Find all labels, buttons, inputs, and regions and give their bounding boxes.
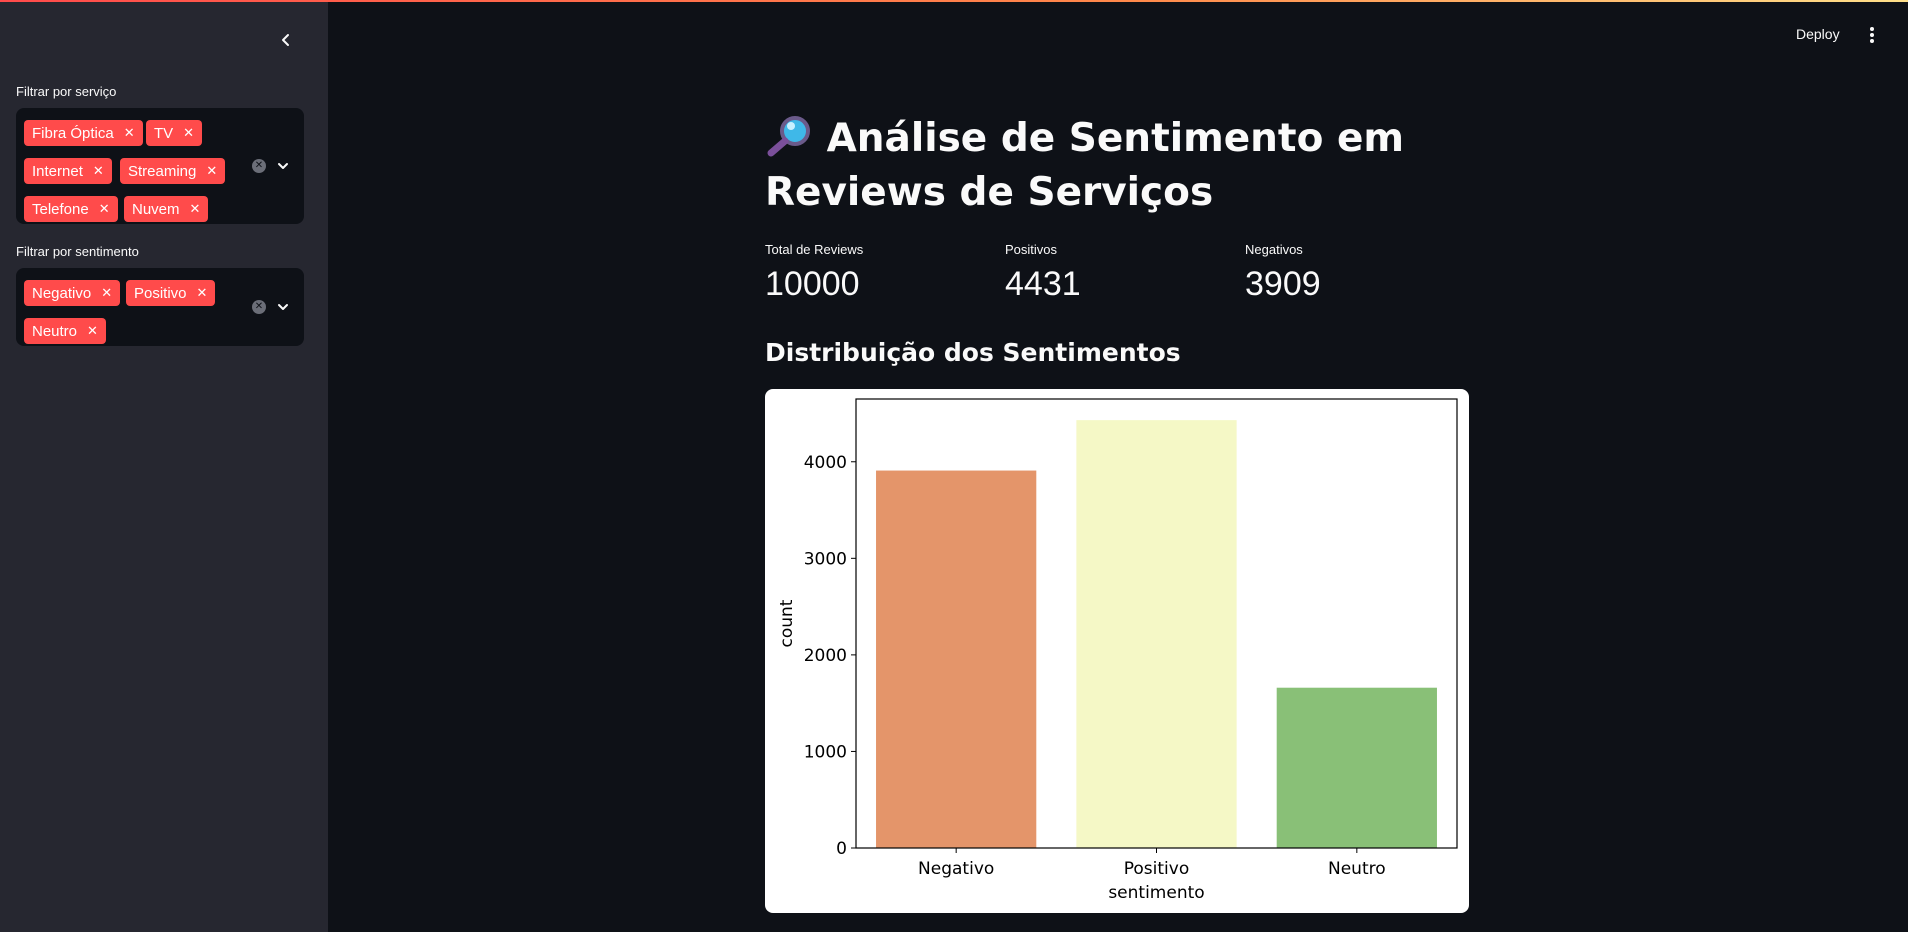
- metric-negativos: Negativos 3909: [1245, 242, 1465, 304]
- y-axis-label: count: [777, 599, 797, 647]
- remove-tag-icon[interactable]: ✕: [99, 201, 110, 217]
- metric-label: Negativos: [1245, 242, 1303, 257]
- remove-tag-icon[interactable]: ✕: [190, 201, 201, 217]
- remove-tag-icon[interactable]: ✕: [87, 323, 98, 339]
- x-tick-label: Positivo: [1124, 859, 1189, 879]
- more-options-icon[interactable]: [1868, 26, 1876, 46]
- clear-all-icon[interactable]: ✕: [252, 300, 266, 314]
- chevron-down-icon[interactable]: [276, 159, 290, 173]
- bar-positivo: [1076, 420, 1237, 848]
- page-title: Análise de Sentimento em Reviews de Serv…: [765, 112, 1465, 220]
- metric-value: 10000: [765, 265, 860, 303]
- chart-svg: 0 1000 2000 3000 4000 Negativo Positivo Neutro s…: [777, 398, 1458, 903]
- chevron-left-icon: [282, 34, 289, 46]
- collapse-sidebar-button[interactable]: [276, 28, 296, 52]
- x-tick-label: Neutro: [1328, 859, 1386, 879]
- x-tick-label: Negativo: [918, 859, 994, 879]
- top-decoration-bar: [0, 0, 1908, 2]
- service-tag[interactable]: TV ✕: [146, 120, 203, 146]
- metric-positivos: Positivos 4431: [1005, 242, 1225, 304]
- sentiment-tag[interactable]: Positivo ✕: [126, 280, 216, 306]
- metric-label: Positivos: [1005, 242, 1058, 257]
- y-tick-label: 2000: [804, 646, 847, 666]
- service-tag[interactable]: Internet ✕: [24, 158, 112, 184]
- service-filter-label: Filtrar por serviço: [16, 84, 117, 99]
- metric-value: 4431: [1005, 265, 1081, 303]
- y-tick-label: 1000: [804, 742, 847, 762]
- metric-value: 3909: [1245, 265, 1321, 303]
- tag-label: Neutro: [32, 322, 78, 340]
- service-tag[interactable]: Fibra Óptica ✕: [24, 120, 143, 146]
- sentiment-bar-chart: 0 1000 2000 3000 4000 Negativo Positivo Neutro s…: [765, 389, 1469, 913]
- section-heading: Distribuição dos Sentimentos: [765, 338, 1181, 367]
- sentiment-tag[interactable]: Neutro ✕: [24, 318, 106, 344]
- remove-tag-icon[interactable]: ✕: [197, 285, 208, 301]
- y-tick-label: 3000: [804, 549, 847, 569]
- service-tag[interactable]: Streaming ✕: [120, 158, 226, 184]
- tag-label: Positivo: [134, 284, 187, 302]
- service-tag[interactable]: Telefone ✕: [24, 196, 118, 222]
- sentiment-multiselect[interactable]: Negativo ✕ Positivo ✕ Neutro ✕ ✕: [16, 268, 304, 346]
- tag-label: Internet: [32, 162, 83, 180]
- bar-negativo: [876, 470, 1037, 848]
- sidebar: Filtrar por serviço Fibra Óptica ✕ TV ✕ In…: [0, 0, 328, 932]
- tag-label: Telefone: [32, 200, 89, 218]
- tag-label: TV: [154, 124, 174, 142]
- deploy-button[interactable]: Deploy: [1796, 26, 1840, 42]
- sentiment-filter-label: Filtrar por sentimento: [16, 244, 139, 259]
- x-axis-label: sentimento: [1108, 883, 1204, 903]
- remove-tag-icon[interactable]: ✕: [93, 163, 104, 179]
- clear-all-icon[interactable]: ✕: [252, 159, 266, 173]
- remove-tag-icon[interactable]: ✕: [183, 125, 194, 141]
- chevron-down-icon[interactable]: [276, 300, 290, 314]
- remove-tag-icon[interactable]: ✕: [206, 163, 217, 179]
- remove-tag-icon[interactable]: ✕: [101, 285, 112, 301]
- tag-label: Fibra Óptica: [32, 124, 114, 142]
- sentiment-tag[interactable]: Negativo ✕: [24, 280, 121, 306]
- metric-label: Total de Reviews: [765, 242, 864, 257]
- remove-tag-icon[interactable]: ✕: [124, 125, 135, 141]
- y-tick-label: 4000: [804, 453, 847, 473]
- service-multiselect[interactable]: Fibra Óptica ✕ TV ✕ Internet ✕ Streaming ✕ T…: [16, 108, 304, 224]
- tag-label: Nuvem: [132, 200, 180, 218]
- metric-total-reviews: Total de Reviews 10000: [765, 242, 985, 304]
- magnifying-glass-icon: [767, 116, 810, 157]
- y-tick-label: 0: [836, 839, 847, 859]
- tag-label: Negativo: [32, 284, 92, 302]
- bar-neutro: [1276, 687, 1437, 848]
- tag-label: Streaming: [128, 162, 197, 180]
- service-tag[interactable]: Nuvem ✕: [124, 196, 209, 222]
- page-title-text: Análise de Sentimento em Reviews de Serv…: [765, 116, 1405, 215]
